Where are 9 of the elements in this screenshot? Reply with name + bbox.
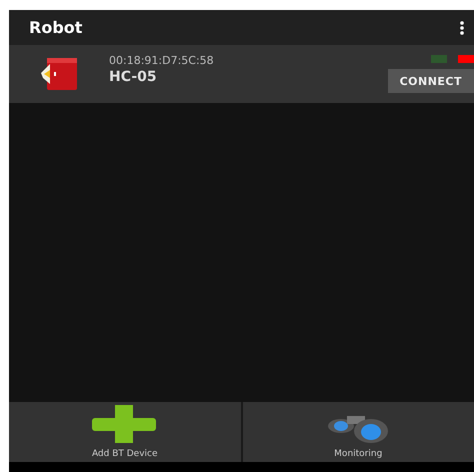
add-device-button[interactable]: Add BT Device bbox=[9, 402, 240, 462]
monitoring-button[interactable]: Monitoring bbox=[242, 402, 474, 462]
device-row[interactable]: 00:18:91:D7:5C:58 HC-05 CONNECT bbox=[9, 45, 474, 103]
device-address: 00:18:91:D7:5C:58 bbox=[109, 54, 214, 66]
menu-icon[interactable] bbox=[460, 20, 464, 34]
app-title: Robot bbox=[29, 18, 82, 37]
device-box-icon bbox=[40, 56, 78, 92]
connect-button[interactable]: CONNECT bbox=[388, 69, 474, 93]
device-name: HC-05 bbox=[109, 68, 158, 84]
